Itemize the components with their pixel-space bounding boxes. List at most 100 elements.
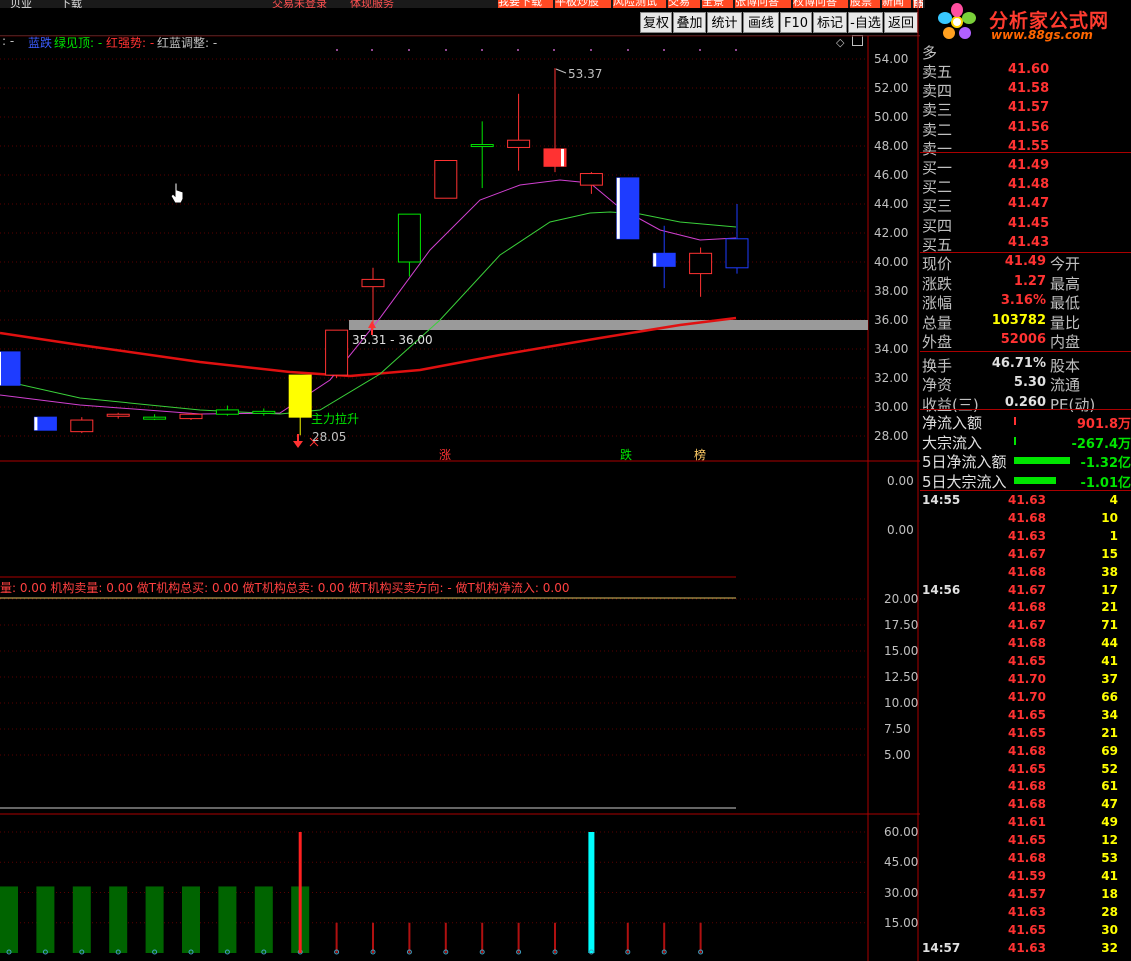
- stat-label: 总量: [922, 313, 953, 332]
- price-tick-label: 40.00: [874, 255, 909, 269]
- order-book-label: 卖三: [922, 101, 953, 120]
- sub2-tick-label: 20.00: [884, 592, 919, 606]
- order-book-price: 41.47: [1008, 196, 1050, 212]
- candle: [215, 405, 239, 416]
- institution-flow-legend: 量: 0.00 机构卖量: 0.00 做T机构总买: 0.00 做T机构总卖: …: [0, 581, 570, 595]
- stat-label: 外盘: [922, 333, 953, 351]
- price-tick-label: 52.00: [874, 81, 909, 95]
- top-signal-dot: [553, 49, 555, 51]
- sub3-tick-label: 45.00: [884, 855, 919, 870]
- top-signal-dot: [735, 49, 737, 51]
- signal-marker: 榜: [694, 448, 707, 462]
- logo-url[interactable]: www.88gs.com: [991, 28, 1093, 42]
- stat-value: 1.27: [1013, 273, 1046, 289]
- tick-volume: 15: [1101, 546, 1118, 561]
- top-signal-dot: [699, 49, 701, 51]
- tick-volume: 12: [1101, 833, 1118, 848]
- sub2-tick-label: 12.50: [884, 670, 919, 684]
- buy-arrow-icon: [293, 434, 303, 448]
- flow-label: 大宗流入: [922, 433, 983, 452]
- divider: [920, 351, 1131, 352]
- sub2-tick-label: 10.00: [884, 696, 919, 710]
- top-signal-dot: [627, 49, 629, 51]
- tick-price: 41.68: [1008, 510, 1046, 525]
- top-signal-dot: [408, 49, 410, 51]
- volume-bar: [254, 886, 273, 953]
- tick-price: 41.67: [1008, 618, 1046, 633]
- stat-label-2: 流通: [1050, 376, 1081, 394]
- tick-volume: 21: [1101, 600, 1118, 615]
- candle: [470, 121, 494, 189]
- tick-price: 41.63: [1008, 904, 1046, 919]
- price-tick-label: 30.00: [874, 400, 909, 414]
- price-tick-label: 54.00: [874, 52, 909, 66]
- low-price-label: 28.05: [312, 430, 347, 444]
- candle: [33, 416, 57, 431]
- tick-volume: 30: [1101, 922, 1118, 937]
- volume-bar: [218, 886, 237, 953]
- order-book-label: 卖二: [922, 120, 953, 139]
- signal-marker: 涨: [439, 448, 452, 462]
- flow-value: -267.4万: [1071, 436, 1131, 452]
- mid-ma-line: [0, 211, 737, 415]
- candle: [543, 68, 567, 173]
- stat-label-2: PE(动): [1050, 395, 1096, 414]
- flow-label: 5日净流入额: [922, 453, 1007, 471]
- tick-volume: 10: [1101, 510, 1118, 525]
- tick-volume: 37: [1101, 672, 1118, 686]
- tick-volume: 69: [1101, 743, 1118, 758]
- volume-bar: [145, 886, 164, 953]
- stat-label: 涨跌: [922, 274, 953, 293]
- tick-price: 41.67: [1008, 546, 1046, 561]
- tick-volume: 17: [1101, 582, 1118, 597]
- tick-volume: 4: [1109, 493, 1118, 507]
- sub3-tick-label: 60.00: [884, 825, 919, 839]
- stat-value: 5.30: [1013, 375, 1046, 390]
- tick-price: 41.65: [1008, 761, 1046, 776]
- tick-price: 41.61: [1008, 815, 1046, 830]
- volume-bar: [182, 886, 200, 953]
- tick-time: 14:56: [922, 582, 961, 597]
- price-tick-label: 50.00: [874, 110, 909, 124]
- order-book-label: 买四: [922, 216, 953, 235]
- stat-label: 涨幅: [922, 294, 953, 312]
- sub3-tick-label: 30.00: [884, 885, 919, 900]
- stat-label-2: 内盘: [1050, 333, 1081, 351]
- order-book-label: 买三: [922, 197, 953, 216]
- tick-volume: 28: [1101, 904, 1118, 919]
- stat-label-2: 最低: [1050, 294, 1081, 312]
- price-tick-label: 36.00: [874, 313, 909, 327]
- tick-price: 41.68: [1008, 564, 1046, 579]
- top-signal-dot: [336, 49, 338, 51]
- candle: [725, 204, 749, 274]
- volume-bar: [0, 886, 18, 953]
- tick-price: 41.68: [1008, 851, 1046, 865]
- candle: [106, 412, 130, 419]
- top-signal-dot: [590, 49, 592, 51]
- stat-label-2: 量比: [1050, 313, 1081, 332]
- stat-value: 103782: [991, 312, 1046, 328]
- tick-price: 41.68: [1008, 636, 1046, 651]
- tick-volume: 41: [1101, 654, 1118, 669]
- flow-label: 净流入额: [922, 414, 983, 432]
- site-logo: 分析家公式网 www.88gs.com: [925, 0, 1131, 44]
- volume-bar: [109, 886, 128, 953]
- tick-volume: 18: [1101, 886, 1118, 901]
- signal-label: 主力拉升: [311, 412, 360, 426]
- stat-label-2: 股本: [1050, 356, 1081, 375]
- order-book-label: 卖五: [922, 63, 953, 81]
- candle: [434, 160, 458, 199]
- price-tick-label: 28.00: [874, 429, 909, 443]
- flow-label: 5日大宗流入: [922, 472, 1007, 491]
- kline-chart[interactable]: [0, 0, 920, 961]
- tick-volume: 71: [1101, 618, 1118, 633]
- tick-price: 41.65: [1008, 654, 1046, 669]
- tick-volume: 1: [1109, 528, 1118, 543]
- stat-label-2: 最高: [1050, 274, 1081, 293]
- tick-price: 41.63: [1008, 528, 1046, 543]
- flow-value: -1.32亿: [1080, 456, 1131, 471]
- order-book-label: 卖四: [922, 82, 953, 101]
- order-book-price: 41.48: [1008, 177, 1050, 193]
- stat-value: 52006: [1000, 332, 1046, 347]
- candle: [179, 412, 203, 421]
